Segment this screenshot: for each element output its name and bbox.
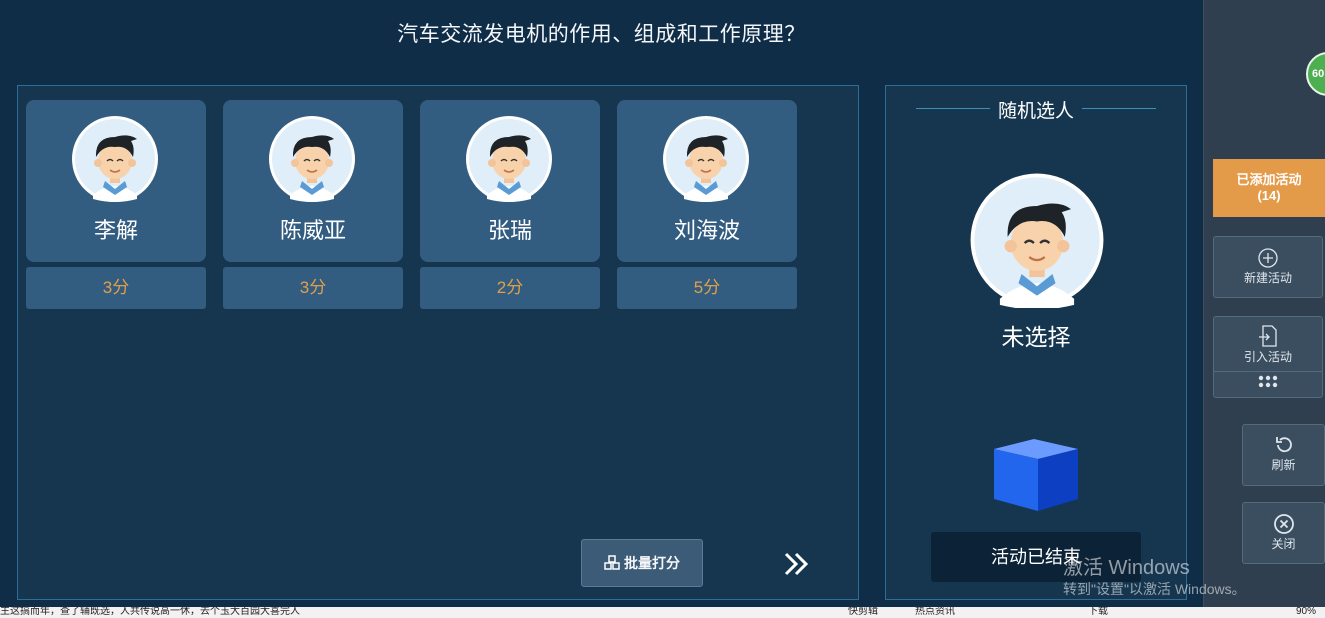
selection-status: 未选择 [1001,324,1071,350]
cube-icon [994,439,1078,511]
question-title: 汽车交流发电机的作用、组成和工作原理？ [397,23,806,46]
close-label: 关闭 [1271,537,1296,551]
batch-score-label: 批量打分 [624,555,680,571]
added-activities-button[interactable]: 已添加活动 (14) [1213,159,1325,217]
more-dots-icon [1258,375,1278,388]
student-card[interactable]: 刘海波 [617,100,797,262]
import-activity-button[interactable]: 引入活动 [1213,316,1323,398]
student-score: 2分 [420,267,600,309]
close-icon [1273,514,1294,534]
student-name: 陈威亚 [279,218,346,243]
grid-icon [604,555,620,570]
student-name: 刘海波 [673,218,740,243]
taskbar-text: 主这搞而年，查了辅既选，人共传说高一休，去个玉大百园大喜完人 [0,607,300,617]
close-button[interactable]: 关闭 [1242,502,1325,564]
import-file-icon [1259,325,1277,347]
student-score: 3分 [223,267,403,309]
taskbar-zoom[interactable]: 90% [1296,607,1316,618]
student-score: 5分 [617,267,797,309]
taskbar-item-kuaijianji[interactable]: 快剪辑 [848,607,878,618]
student-avatar-icon [269,116,355,202]
student-card[interactable]: 陈威亚 [223,100,403,262]
random-pick-panel: 随机选人 未选择 活动已结束 [885,85,1187,600]
refresh-label: 刷新 [1271,458,1296,472]
refresh-button[interactable]: 刷新 [1242,424,1325,486]
taskbar-item-download[interactable]: 下载 [1088,607,1108,618]
main-stage: 汽车交流发电机的作用、组成和工作原理？ 李解 3分 陈威亚 3分 张瑞 2分 刘… [0,0,1203,607]
double-chevron-right-icon[interactable] [780,548,812,580]
student-score: 3分 [26,267,206,309]
new-activity-label: 新建活动 [1243,271,1292,285]
student-name: 李解 [93,218,138,243]
activation-watermark-title: 激活 Windows [1063,557,1190,579]
taskbar-item-news[interactable]: 热点资讯 [915,607,955,618]
student-panel: 李解 3分 陈威亚 3分 张瑞 2分 刘海波 5分 批量打分 [17,85,859,600]
student-avatar-icon [663,116,749,202]
import-activity-label: 引入活动 [1243,350,1292,364]
student-avatar-icon [72,116,158,202]
selected-avatar-icon [970,173,1104,308]
activation-watermark-hint: 转到"设置"以激活 Windows。 [1063,581,1246,597]
batch-score-button[interactable]: 批量打分 [581,539,703,587]
refresh-icon [1275,437,1292,453]
plus-circle-icon [1258,248,1278,268]
random-pick-title: 随机选人 [997,101,1074,122]
student-avatar-icon [466,116,552,202]
added-activities-label: 已添加活动 [1236,172,1302,187]
student-card[interactable]: 李解 [26,100,206,262]
taskbar: 主这搞而年，查了辅既选，人共传说高一休，去个玉大百园大喜完人 快剪辑 热点资讯 … [0,607,1325,618]
new-activity-button[interactable]: 新建活动 [1213,236,1323,298]
student-card[interactable]: 张瑞 [420,100,600,262]
added-activities-count: (14) [1257,188,1281,203]
student-name: 张瑞 [487,218,532,243]
more-options[interactable] [1214,371,1322,392]
